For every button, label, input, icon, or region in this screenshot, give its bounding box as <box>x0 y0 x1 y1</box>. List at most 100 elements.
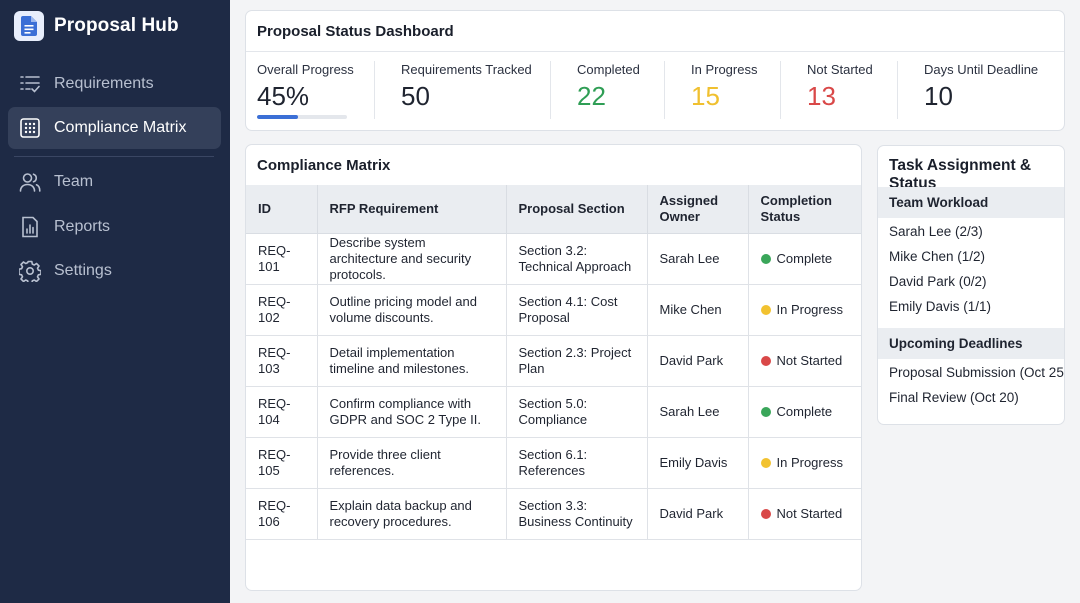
req-id: REQ-103 <box>246 335 318 387</box>
req-id: REQ-104 <box>246 386 318 438</box>
sidebar-item-team[interactable]: Team <box>8 161 221 203</box>
column-header[interactable]: Assigned Owner <box>647 185 749 234</box>
stat-overall-progress: Overall Progress 45% <box>257 62 354 112</box>
stat-in-progress: In Progress 15 <box>691 62 757 112</box>
stat-label: Overall Progress <box>257 62 354 77</box>
sidebar-item-label: Reports <box>54 218 111 235</box>
table-row[interactable]: REQ-102 Outline pricing model and volume… <box>246 284 861 336</box>
divider <box>550 61 551 119</box>
table-header-row: ID RFP Requirement Proposal Section Assi… <box>246 185 861 234</box>
req-text: Describe system architecture and securit… <box>317 233 507 285</box>
column-header[interactable]: ID <box>246 185 318 234</box>
table-row[interactable]: REQ-104 Confirm compliance with GDPR and… <box>246 386 861 438</box>
divider <box>780 61 781 119</box>
stat-label: Requirements Tracked <box>401 62 532 77</box>
req-text: Detail implementation timeline and miles… <box>317 335 507 387</box>
sidebar-item-label: Settings <box>54 262 112 279</box>
table-row[interactable]: REQ-106 Explain data backup and recovery… <box>246 488 861 540</box>
proposal-section: Section 5.0: Compliance <box>506 386 648 438</box>
document-icon <box>14 11 44 41</box>
status-label: Not Started <box>776 352 843 368</box>
bar-chart-icon <box>19 216 41 238</box>
sidebar-item-reports[interactable]: Reports <box>8 206 221 248</box>
assigned-owner: David Park <box>647 335 749 387</box>
status-label: In Progress <box>776 454 843 470</box>
column-header[interactable]: Completion Status <box>748 185 861 234</box>
grid-icon <box>19 117 41 139</box>
completion-status: In Progress <box>748 437 861 489</box>
completion-status: Complete <box>748 386 861 438</box>
completion-status: Complete <box>748 233 861 285</box>
proposal-section: Section 3.3: Business Continuity <box>506 488 648 540</box>
req-text: Provide three client references. <box>317 437 507 489</box>
req-text: Confirm compliance with GDPR and SOC 2 T… <box>317 386 507 438</box>
req-id: REQ-105 <box>246 437 318 489</box>
table-row[interactable]: REQ-101 Describe system architecture and… <box>246 233 861 285</box>
stat-value: 10 <box>924 81 953 111</box>
workload-item[interactable]: Emily Davis (1/1) <box>889 299 991 314</box>
stat-value: 13 <box>807 81 836 111</box>
matrix-title: Compliance Matrix <box>257 157 391 174</box>
assigned-owner: Mike Chen <box>647 284 749 336</box>
workload-item[interactable]: Mike Chen (1/2) <box>889 249 985 264</box>
status-dot-icon <box>760 253 771 264</box>
compliance-matrix-card: Compliance Matrix ID RFP Requirement Pro… <box>245 144 862 591</box>
overall-progress-fill <box>257 115 298 119</box>
assigned-owner: Emily Davis <box>647 437 749 489</box>
sidebar-item-compliance-matrix[interactable]: Compliance Matrix <box>8 107 221 149</box>
stat-label: Not Started <box>807 62 873 77</box>
table-row[interactable]: REQ-105 Provide three client references.… <box>246 437 861 489</box>
workload-item[interactable]: David Park (0/2) <box>889 274 987 289</box>
deadline-item[interactable]: Proposal Submission (Oct 25) <box>889 365 1064 380</box>
sidebar: Proposal Hub Requirements Compliance Mat… <box>0 0 230 603</box>
req-id: REQ-106 <box>246 488 318 540</box>
brand[interactable]: Proposal Hub <box>14 10 179 42</box>
divider <box>897 61 898 119</box>
sidebar-item-requirements[interactable]: Requirements <box>8 63 221 105</box>
assigned-owner: Sarah Lee <box>647 233 749 285</box>
proposal-section: Section 2.3: Project Plan <box>506 335 648 387</box>
stat-value: 50 <box>401 81 430 111</box>
stat-value: 45% <box>257 81 310 111</box>
status-dot-icon <box>760 508 771 519</box>
status-dashboard-card: Proposal Status Dashboard Overall Progre… <box>245 10 1065 131</box>
status-dot-icon <box>760 406 771 417</box>
completion-status: Not Started <box>748 335 861 387</box>
stat-label: Days Until Deadline <box>924 62 1039 77</box>
task-assignment-card: Task Assignment & Status Team Workload S… <box>877 145 1065 425</box>
assigned-owner: Sarah Lee <box>647 386 749 438</box>
proposal-section: Section 4.1: Cost Proposal <box>506 284 648 336</box>
upcoming-deadlines-header: Upcoming Deadlines <box>878 328 1064 359</box>
status-label: Complete <box>776 403 833 419</box>
sidebar-divider <box>14 156 214 157</box>
stat-value: 15 <box>691 81 720 111</box>
column-header[interactable]: Proposal Section <box>506 185 648 234</box>
sidebar-item-label: Team <box>54 173 94 190</box>
sidebar-item-settings[interactable]: Settings <box>8 250 221 292</box>
column-header[interactable]: RFP Requirement <box>317 185 507 234</box>
dashboard-title: Proposal Status Dashboard <box>257 23 454 40</box>
status-dot-icon <box>760 304 771 315</box>
checklist-icon <box>19 73 41 95</box>
table-row[interactable]: REQ-103 Detail implementation timeline a… <box>246 335 861 387</box>
stat-completed: Completed 22 <box>577 62 640 112</box>
status-label: Complete <box>776 250 833 266</box>
compliance-table: ID RFP Requirement Proposal Section Assi… <box>246 185 861 540</box>
stat-value: 22 <box>577 81 606 111</box>
stat-label: In Progress <box>691 62 758 77</box>
team-workload-header: Team Workload <box>878 187 1064 218</box>
overall-progress-bar <box>257 115 347 119</box>
completion-status: Not Started <box>748 488 861 540</box>
deadline-item[interactable]: Final Review (Oct 20) <box>889 390 1019 405</box>
status-dot-icon <box>760 457 771 468</box>
proposal-section: Section 6.1: References <box>506 437 648 489</box>
stat-requirements-tracked: Requirements Tracked 50 <box>401 62 532 112</box>
workload-item[interactable]: Sarah Lee (2/3) <box>889 224 983 239</box>
req-text: Explain data backup and recovery procedu… <box>317 488 507 540</box>
assigned-owner: David Park <box>647 488 749 540</box>
req-id: REQ-102 <box>246 284 318 336</box>
completion-status: In Progress <box>748 284 861 336</box>
sidebar-item-label: Compliance Matrix <box>54 119 187 136</box>
divider <box>664 61 665 119</box>
status-dot-icon <box>760 355 771 366</box>
